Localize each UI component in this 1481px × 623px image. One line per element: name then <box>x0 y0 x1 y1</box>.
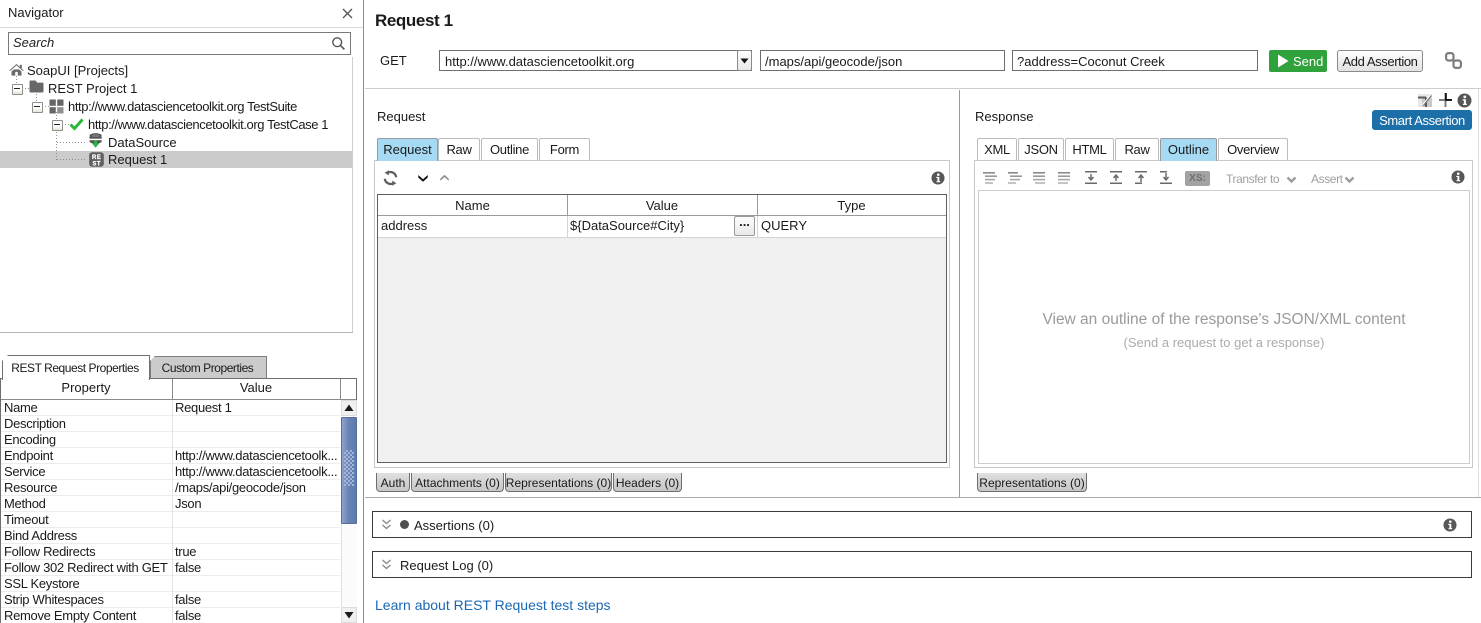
svg-text:ST: ST <box>92 161 101 167</box>
svg-text:RE: RE <box>92 155 101 161</box>
